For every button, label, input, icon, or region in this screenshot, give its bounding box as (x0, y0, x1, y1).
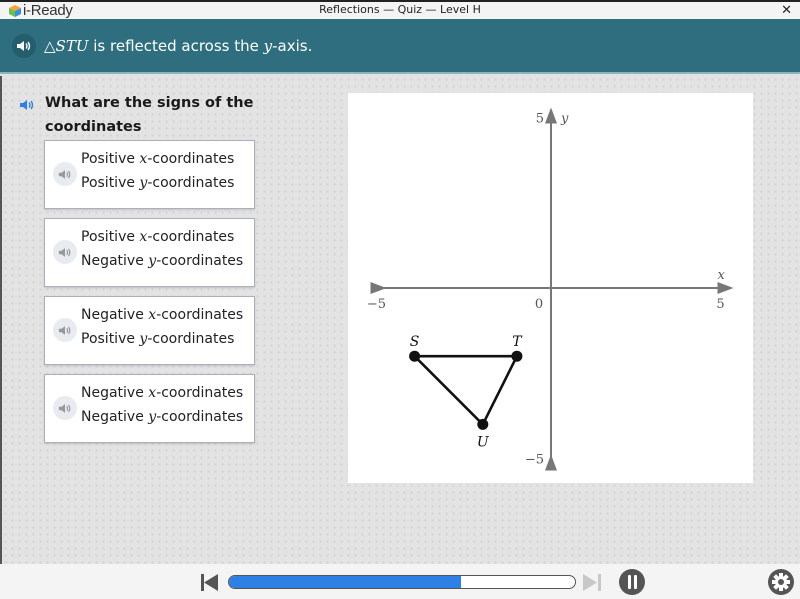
vertex-label-u: U (477, 434, 490, 450)
banner-audio-button[interactable] (12, 34, 36, 58)
choice-line-x: Positive x-coordinates (81, 229, 235, 245)
y-axis-label: y (560, 112, 569, 127)
choice-line-y: Negative y-coordinates (81, 253, 244, 269)
choice-line-x: Positive x-coordinates (81, 151, 235, 167)
previous-button[interactable] (201, 574, 219, 595)
close-icon: ✕ (781, 3, 792, 18)
footer-bar (0, 564, 800, 599)
speaker-icon (20, 100, 34, 110)
answer-choice-3[interactable]: Negative x-coordinates Positive y-coordi… (44, 296, 255, 365)
triangle-stu: S T U (409, 334, 523, 450)
tick-label-origin: 0 (535, 297, 543, 312)
choice-audio-button[interactable] (53, 162, 77, 186)
window-title: Reflections — Quiz — Level H (319, 3, 481, 16)
tick-label-y-min: −5 (525, 453, 544, 468)
question-line1: What are the signs of the coordinates (45, 95, 254, 135)
pause-button[interactable] (619, 569, 645, 595)
vertex-point-u (477, 418, 489, 430)
triangle-edges (413, 354, 519, 426)
title-bar: i-Ready Reflections — Quiz — Level H ✕ (0, 0, 800, 19)
prompt-banner: △STU is reflected across the y-axis. (0, 19, 800, 74)
prompt-var: y (263, 37, 273, 55)
choice-audio-button[interactable] (53, 318, 77, 342)
vertex-label-s: S (410, 334, 420, 350)
speaker-icon (58, 169, 71, 179)
gear-icon (768, 569, 794, 595)
settings-button[interactable] (768, 569, 794, 599)
tick-label-x-min: −5 (367, 297, 386, 312)
pause-icon-bar (627, 575, 631, 589)
answer-choice-4[interactable]: Negative x-coordinates Negative y-coordi… (44, 374, 255, 443)
close-button[interactable]: ✕ (781, 3, 792, 18)
content-area: What are the signs of the coordinates of… (0, 76, 800, 564)
pause-icon-bar (633, 575, 637, 589)
vertex-point-s (409, 350, 421, 362)
next-button[interactable] (583, 574, 601, 595)
choice-line-y: Positive y-coordinates (81, 175, 235, 191)
tick-label-y-max: 5 (536, 112, 544, 127)
answer-choice-2[interactable]: Positive x-coordinates Negative y-coordi… (44, 218, 255, 287)
speaker-icon (17, 41, 31, 51)
choice-audio-button[interactable] (53, 240, 77, 264)
speaker-icon (58, 403, 71, 413)
question-audio-button[interactable] (16, 94, 38, 116)
skip-back-icon (201, 574, 218, 591)
prompt-text: △STU is reflected across the y-axis. (44, 37, 312, 55)
choice-line-y: Positive y-coordinates (81, 331, 235, 347)
tick-label-x-max: 5 (716, 297, 724, 312)
speaker-icon (58, 325, 71, 335)
vertex-label-t: T (512, 334, 523, 350)
skip-forward-icon (583, 574, 601, 591)
triangle-name: STU (55, 37, 89, 55)
choice-audio-button[interactable] (53, 396, 77, 420)
triangle-symbol: △ (44, 37, 56, 55)
answer-choice-1[interactable]: Positive x-coordinates Positive y-coordi… (44, 140, 255, 209)
prompt-mid: is reflected across the (88, 37, 264, 55)
prompt-suffix: -axis. (272, 37, 313, 55)
coordinate-graph-panel: x y −5 5 −5 5 0 S T U (348, 93, 753, 483)
progress-fill (229, 576, 461, 588)
coordinate-plane: x y −5 5 −5 5 0 S T U (367, 107, 734, 471)
progress-bar (228, 575, 576, 589)
choice-line-x: Negative x-coordinates (81, 307, 244, 323)
speaker-icon (58, 247, 71, 257)
choice-line-y: Negative y-coordinates (81, 409, 244, 425)
vertex-point-t (511, 350, 523, 362)
x-axis-label: x (718, 268, 726, 283)
choice-line-x: Negative x-coordinates (81, 385, 244, 401)
